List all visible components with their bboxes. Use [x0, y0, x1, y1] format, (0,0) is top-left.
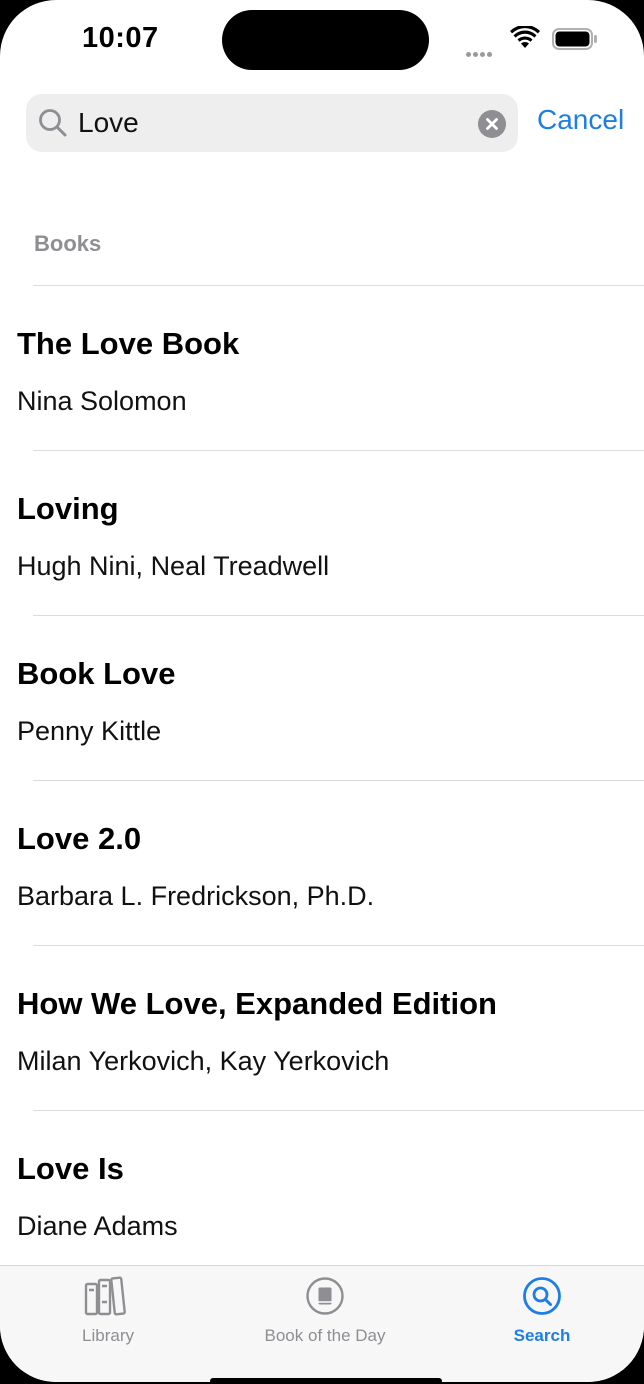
result-row[interactable]: Loving Hugh Nini, Neal Treadwell: [0, 451, 644, 616]
result-row[interactable]: How We Love, Expanded Edition Milan Yerk…: [0, 946, 644, 1111]
magnifier-icon: [39, 109, 67, 137]
book-title: How We Love, Expanded Edition: [17, 986, 497, 1021]
book-author: Milan Yerkovich, Kay Yerkovich: [17, 1046, 390, 1076]
status-time: 10:07: [82, 22, 159, 54]
screen: 10:07 Cancel Books: [0, 0, 644, 1382]
book-title: Love 2.0: [17, 821, 142, 856]
book-author: Penny Kittle: [17, 716, 162, 746]
section-header: Books: [34, 231, 102, 256]
search-field[interactable]: [26, 94, 518, 152]
result-row[interactable]: Love 2.0 Barbara L. Fredrickson, Ph.D.: [0, 781, 644, 946]
cellular-signal-icon: [466, 44, 494, 62]
book-title: Book Love: [17, 656, 176, 691]
book-author: Hugh Nini, Neal Treadwell: [17, 551, 330, 581]
wifi-icon: [510, 26, 540, 48]
book-of-the-day-icon: [306, 1277, 344, 1315]
dynamic-island: [222, 10, 429, 70]
tab-book-of-the-day[interactable]: Book of the Day: [235, 1266, 415, 1366]
clear-search-button[interactable]: [478, 110, 506, 138]
tab-label: Library: [82, 1326, 134, 1345]
tab-library[interactable]: Library: [18, 1266, 198, 1366]
result-row[interactable]: The Love Book Nina Solomon: [0, 286, 644, 451]
book-author: Nina Solomon: [17, 386, 187, 416]
cancel-button[interactable]: Cancel: [537, 104, 624, 136]
book-title: Loving: [17, 491, 119, 526]
library-icon: [84, 1276, 126, 1316]
search-input[interactable]: [78, 102, 478, 144]
status-bar: 10:07: [0, 0, 644, 80]
book-title: Love Is: [17, 1151, 124, 1186]
book-author: Barbara L. Fredrickson, Ph.D.: [17, 881, 375, 911]
battery-icon: [552, 28, 597, 50]
tab-label: Search: [513, 1326, 571, 1345]
book-author: Diane Adams: [17, 1211, 178, 1241]
tab-search[interactable]: Search: [452, 1266, 632, 1366]
tab-bar: Library Book of the Day Search: [0, 1265, 644, 1382]
result-row[interactable]: Book Love Penny Kittle: [0, 616, 644, 781]
book-title: The Love Book: [17, 326, 240, 361]
search-icon: [523, 1277, 561, 1315]
clear-x-icon: [486, 118, 498, 130]
results-list: The Love Book Nina Solomon Loving Hugh N…: [0, 286, 644, 1276]
tab-label: Book of the Day: [264, 1326, 386, 1345]
home-indicator: [210, 1378, 442, 1384]
result-row[interactable]: Love Is Diane Adams: [0, 1111, 644, 1276]
